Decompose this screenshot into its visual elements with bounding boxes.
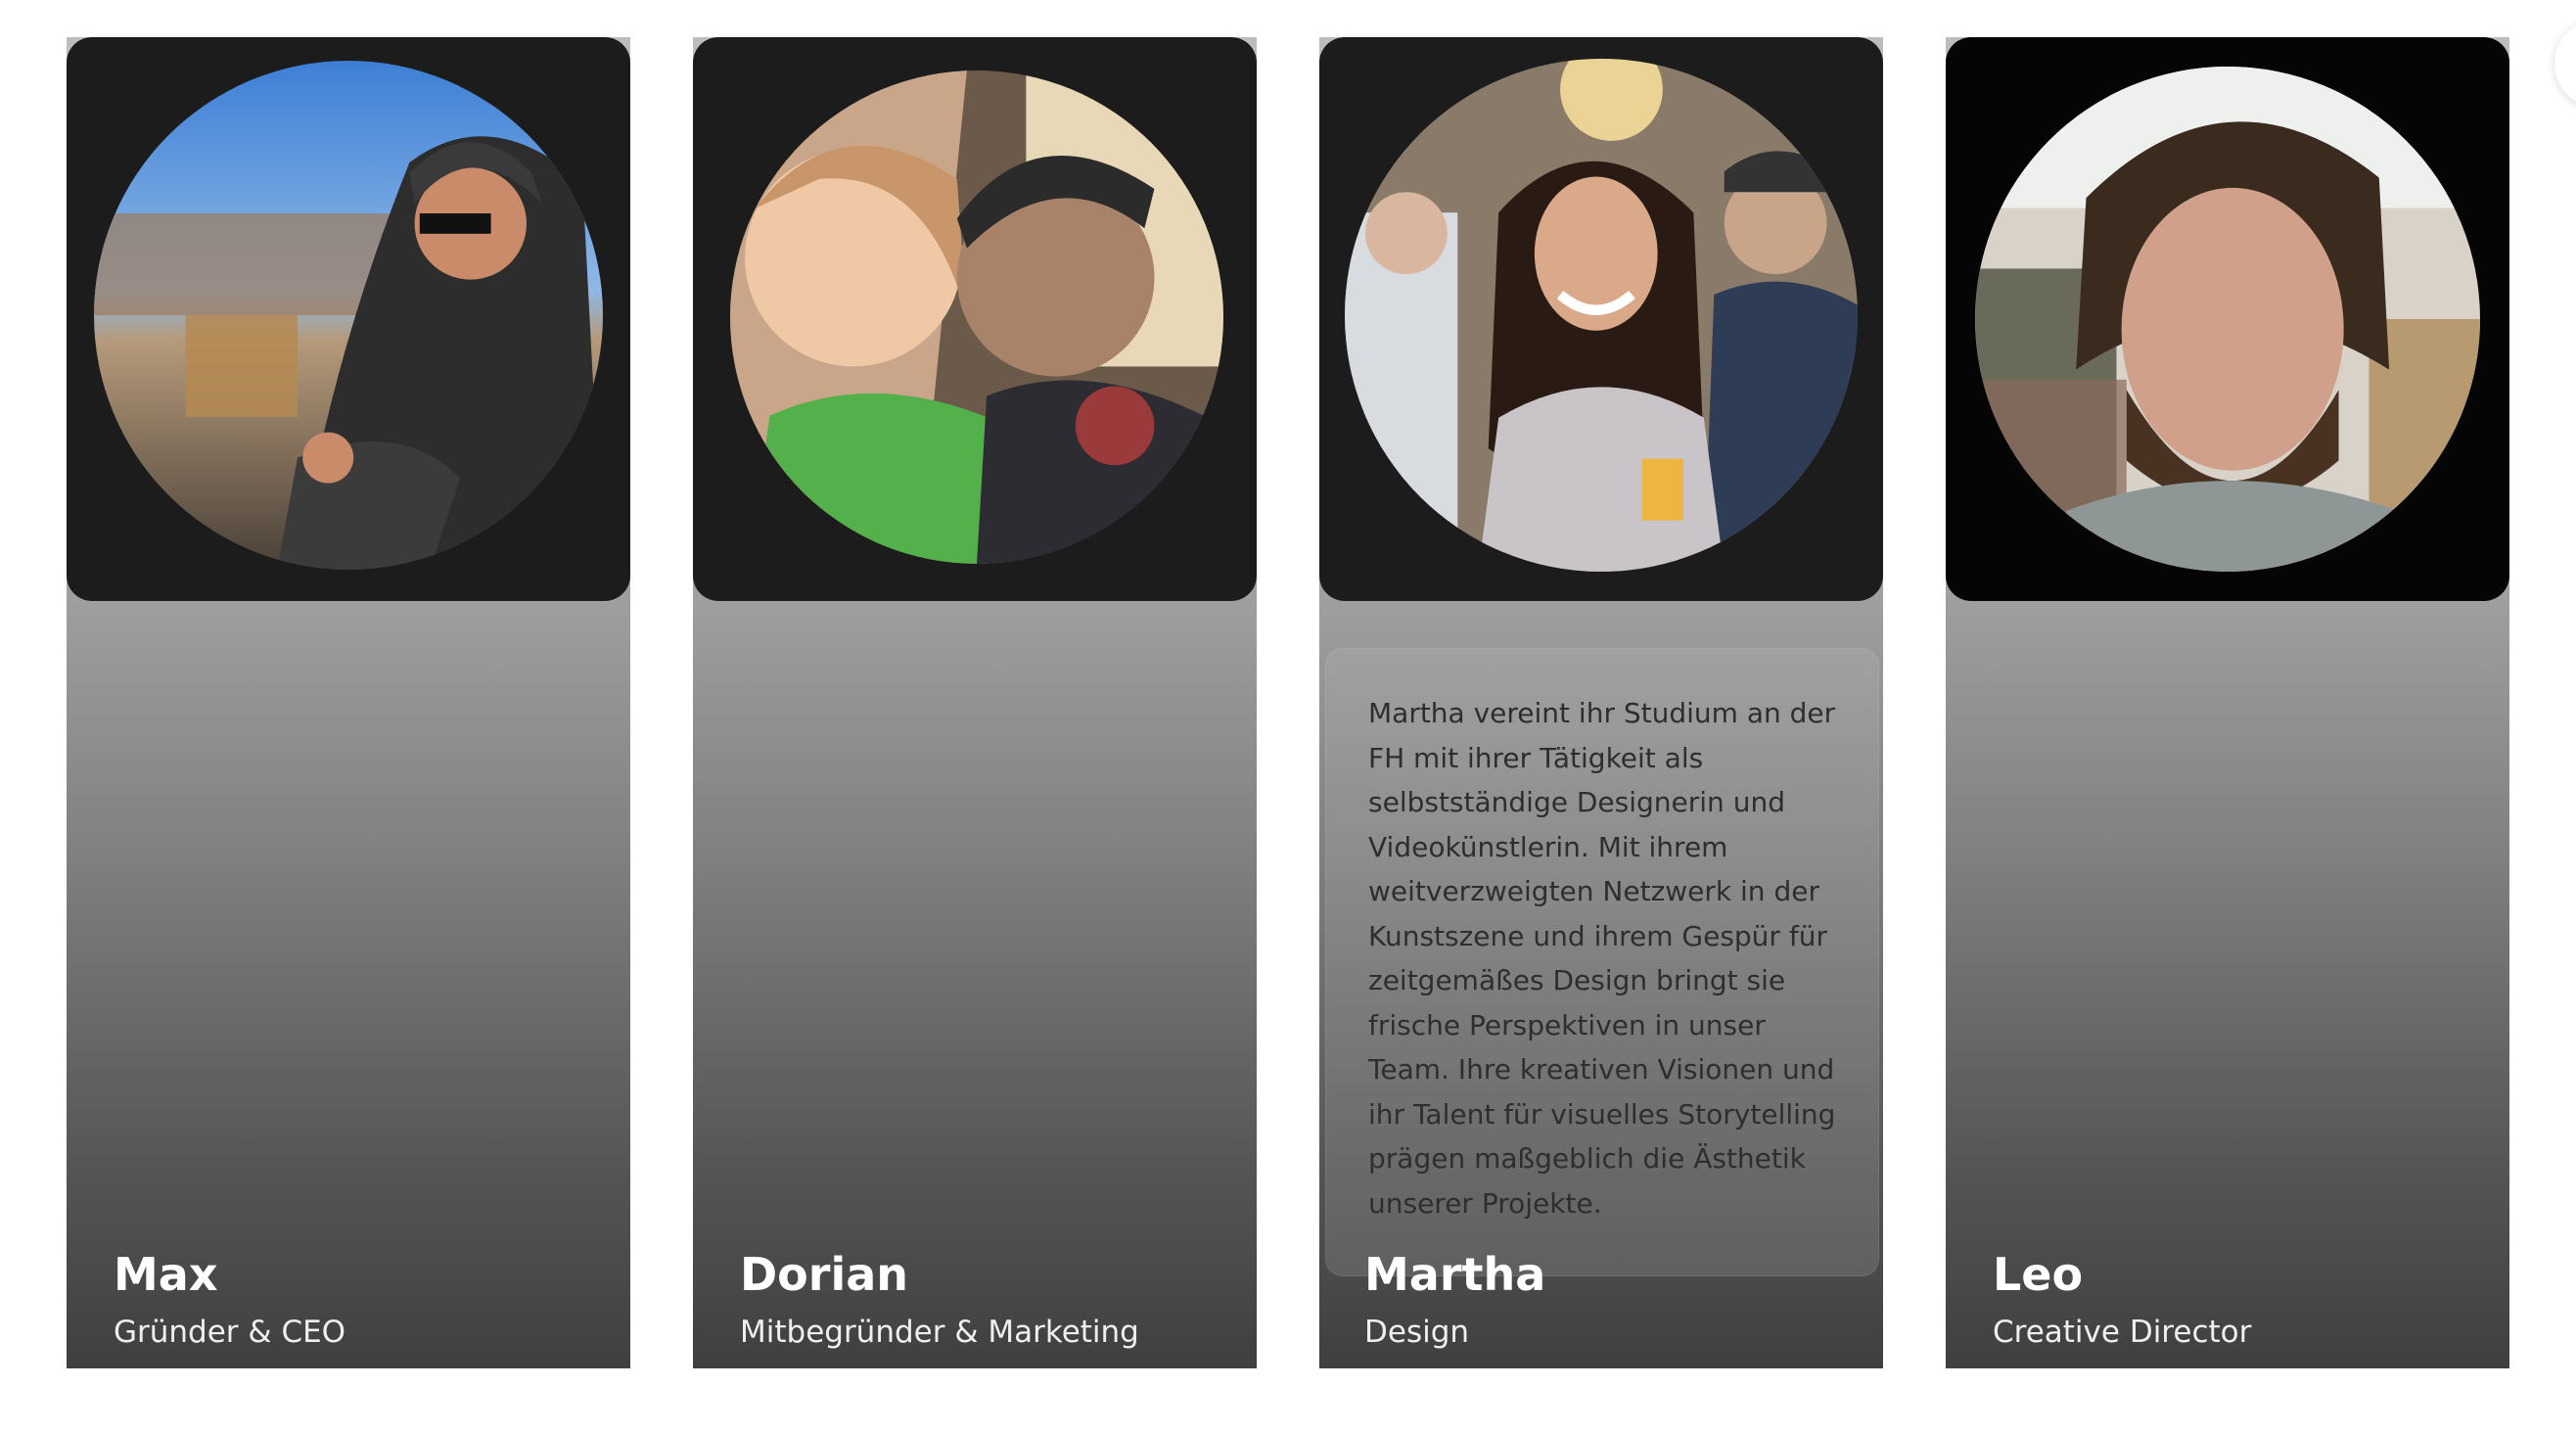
team-card-max[interactable]: Max Gründer & CEO [67,37,630,1368]
photo-panel [1946,37,2509,601]
photo-panel [1319,37,1883,601]
avatar-martha [1345,59,1858,572]
member-name: Martha [1364,1248,1546,1301]
scroll-next-button[interactable] [2554,20,2576,108]
photo-panel [693,37,1257,601]
member-role: Creative Director [1993,1315,2252,1350]
member-role: Gründer & CEO [114,1315,346,1350]
photo-panel [67,37,630,601]
team-card-leo[interactable]: Leo Creative Director [1946,37,2509,1368]
member-name: Dorian [740,1248,909,1301]
member-name: Leo [1993,1248,2084,1301]
member-role: Design [1364,1315,1470,1350]
avatar-max [94,61,603,570]
member-role: Mitbegründer & Marketing [740,1315,1139,1350]
team-grid: Max Gründer & CEO Dorian Mitbegründer & … [0,0,2576,1433]
avatar-dorian [730,70,1223,564]
member-name: Max [114,1248,218,1301]
team-card-dorian[interactable]: Dorian Mitbegründer & Marketing [693,37,1257,1368]
avatar-leo [1975,67,2480,572]
member-bio: Martha vereint ihr Studium an der FH mit… [1368,697,1836,1220]
team-card-martha[interactable]: Martha vereint ihr Studium an der FH mit… [1319,37,1883,1368]
